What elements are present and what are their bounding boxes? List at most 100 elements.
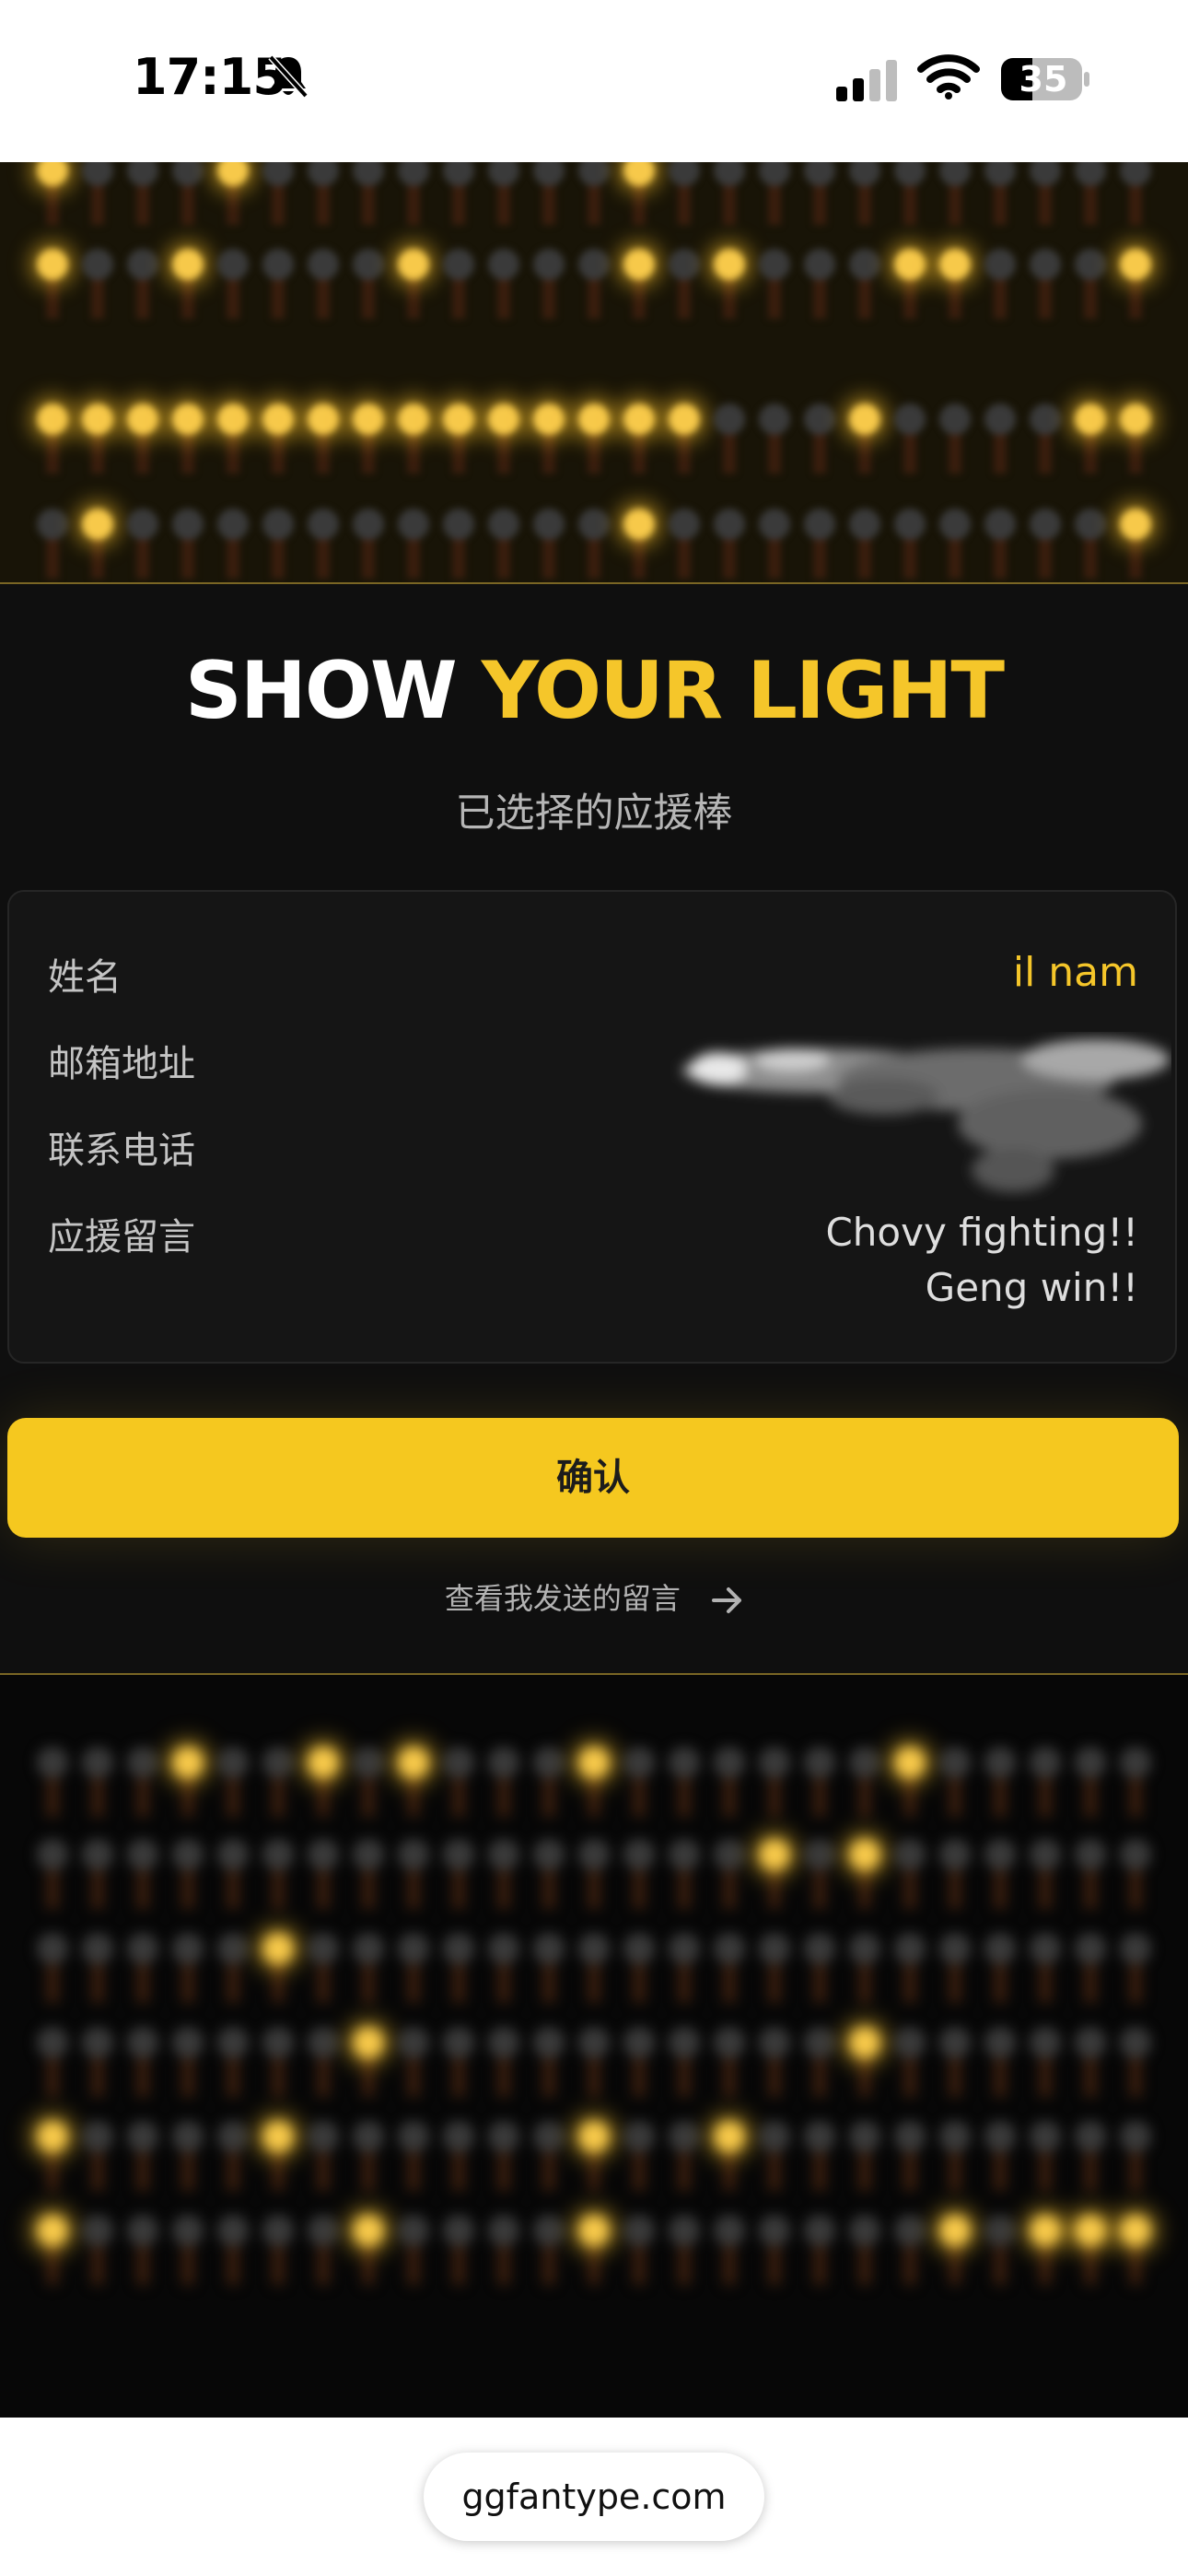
lightstick-bulb: [939, 2121, 971, 2152]
lightstick-bulb: [894, 1933, 926, 1964]
lightstick-bulb: [669, 404, 700, 435]
lightstick-bulb: [1075, 2121, 1106, 2152]
lightstick-bulb: [262, 162, 294, 186]
lightstick-bulb: [984, 1747, 1016, 1778]
lightstick-bulb: [578, 2027, 610, 2058]
lightstick-bulb: [1075, 162, 1106, 186]
lightstick-bulb: [1030, 2215, 1061, 2246]
wifi-icon: [917, 54, 980, 100]
lightstick-bulb: [759, 2027, 790, 2058]
lightstick-bulb: [308, 2215, 339, 2246]
lightstick-bulb: [308, 404, 339, 435]
lightstick-bulb: [533, 2121, 565, 2152]
lightstick-bulb: [127, 1839, 158, 1870]
lightstick-bulb: [37, 1839, 68, 1870]
lightstick-bulb: [939, 1747, 971, 1778]
lightstick-bulb: [849, 404, 880, 435]
lightstick-bulb: [714, 1747, 745, 1778]
lightstick-bulb: [849, 1839, 880, 1870]
lightstick-bulb: [353, 404, 384, 435]
lightstick-bulb: [533, 2215, 565, 2246]
lightstick-bulb: [1030, 509, 1061, 540]
lightstick-bulb: [443, 249, 474, 280]
lightstick-bulb: [578, 162, 610, 186]
lightstick-bulb: [894, 1839, 926, 1870]
headline-your-light: YOUR LIGHT: [481, 645, 1005, 737]
lightstick-bulb: [578, 249, 610, 280]
lightstick-bulb: [1120, 2121, 1151, 2152]
view-my-messages-label: 查看我发送的留言: [444, 1581, 681, 1616]
lightstick-bulb: [217, 2027, 249, 2058]
lightstick-bulb: [759, 404, 790, 435]
lightstick-bulb: [308, 1747, 339, 1778]
lightstick-bulb: [172, 509, 204, 540]
lightstick-bulb: [1075, 2215, 1106, 2246]
lightstick-bulb: [37, 162, 68, 186]
lightstick-bulb: [759, 2215, 790, 2246]
lightstick-bulb: [217, 249, 249, 280]
lightstick-bulb: [804, 2121, 835, 2152]
lightstick-bulb: [804, 1747, 835, 1778]
url-field[interactable]: ggfantype.com: [424, 2453, 764, 2541]
lightstick-bulb: [533, 1839, 565, 1870]
lightstick-bulb: [623, 1933, 655, 1964]
lightstick-bulb: [82, 2027, 113, 2058]
lightstick-bulb: [353, 162, 384, 186]
lightstick-bulb: [1075, 404, 1106, 435]
battery-level: 35: [1019, 59, 1068, 100]
lightstick-bulb: [759, 162, 790, 186]
confirm-button[interactable]: 确认: [7, 1418, 1179, 1538]
lightstick-bulb: [262, 509, 294, 540]
lightstick-bulb: [533, 1933, 565, 1964]
lightstick-bulb: [127, 2215, 158, 2246]
lightstick-bulb: [217, 162, 249, 186]
lightstick-bulb: [353, 1933, 384, 1964]
lightstick-bulb: [533, 2027, 565, 2058]
lightstick-bulb: [262, 249, 294, 280]
lightstick-bulb: [127, 162, 158, 186]
lightstick-bulb: [172, 1747, 204, 1778]
lightstick-bulb: [669, 509, 700, 540]
lightstick-bulb: [1030, 2027, 1061, 2058]
lightstick-bulb: [669, 2215, 700, 2246]
lightstick-bulb: [308, 249, 339, 280]
lightstick-bulb: [939, 1839, 971, 1870]
lightstick-bulb: [939, 1933, 971, 1964]
lightstick-bulb: [353, 2121, 384, 2152]
lightstick-bulb: [533, 1747, 565, 1778]
lightstick-bulb: [1120, 249, 1151, 280]
lightstick-bulb: [443, 1839, 474, 1870]
lightstick-bulb: [759, 2121, 790, 2152]
lightstick-bulb: [1120, 2215, 1151, 2246]
lightstick-bulb: [443, 2121, 474, 2152]
lightstick-bulb: [623, 2215, 655, 2246]
lightstick-bulb: [398, 249, 429, 280]
lightstick-bulb: [172, 162, 204, 186]
lightstick-bulb: [127, 509, 158, 540]
lightstick-bulb: [308, 2121, 339, 2152]
lightstick-bulb: [488, 509, 519, 540]
lightstick-bulb: [353, 2027, 384, 2058]
lightstick-bulb: [984, 2121, 1016, 2152]
lightstick-bulb: [939, 404, 971, 435]
lightstick-bulb: [308, 162, 339, 186]
lightstick-bulb: [127, 249, 158, 280]
lightstick-bulb: [217, 404, 249, 435]
lightstick-bulb: [1120, 404, 1151, 435]
message-line-1: Chovy fighting!!: [825, 1210, 1138, 1255]
lightstick-bulb: [623, 1839, 655, 1870]
lightstick-bulb: [804, 249, 835, 280]
lightstick-bulb: [398, 509, 429, 540]
lightstick-bulb: [443, 509, 474, 540]
lightstick-bulb: [82, 1933, 113, 1964]
lightstick-bulb: [804, 404, 835, 435]
view-my-messages-link[interactable]: 查看我发送的留言: [0, 1575, 1188, 1618]
selected-lightstick-label: 已选择的应援棒: [455, 790, 733, 837]
status-bar: 17:15 35: [0, 0, 1188, 162]
lightstick-bulb: [82, 249, 113, 280]
lightstick-bulb: [1030, 249, 1061, 280]
lightstick-bulb: [262, 1747, 294, 1778]
lightstick-bulb: [37, 404, 68, 435]
lightstick-bulb: [623, 2027, 655, 2058]
lightstick-bulb: [488, 404, 519, 435]
